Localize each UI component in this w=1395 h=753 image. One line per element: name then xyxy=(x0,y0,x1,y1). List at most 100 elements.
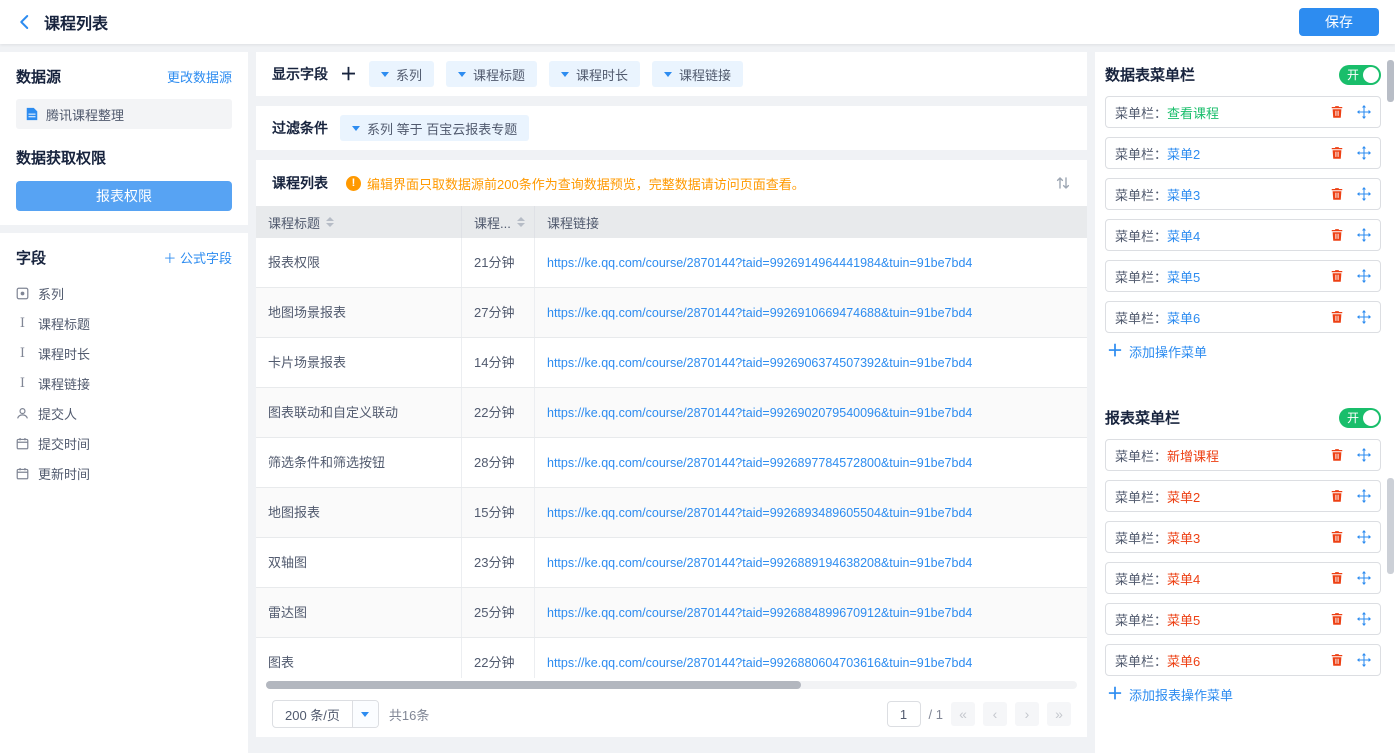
save-button[interactable]: 保存 xyxy=(1299,8,1379,36)
add-formula-field-link[interactable]: ＋ 公式字段 xyxy=(163,248,232,267)
delete-icon[interactable] xyxy=(1330,187,1344,201)
sort-order-icon[interactable] xyxy=(1055,175,1071,191)
permission-heading: 数据获取权限 xyxy=(16,147,232,168)
table-footer: 200 条/页 共16条 / 1 « ‹ › » xyxy=(256,691,1087,737)
course-link[interactable]: https://ke.qq.com/course/2870144?taid=99… xyxy=(547,356,972,370)
calendar-icon xyxy=(16,437,29,450)
delete-icon[interactable] xyxy=(1330,571,1344,585)
delete-icon[interactable] xyxy=(1330,269,1344,283)
delete-icon[interactable] xyxy=(1330,448,1344,462)
move-icon[interactable] xyxy=(1357,310,1371,324)
course-link[interactable]: https://ke.qq.com/course/2870144?taid=99… xyxy=(547,306,972,320)
add-display-field-icon[interactable]: ＋ xyxy=(340,66,357,83)
menu-item[interactable]: 菜单栏：菜单2 xyxy=(1105,480,1381,512)
back-button[interactable] xyxy=(16,13,34,31)
course-table: 课程标题 课程... 课程链接 报表权限 21分钟 htt xyxy=(256,206,1087,737)
field-item-course-duration[interactable]: I 课程时长 xyxy=(16,338,232,368)
move-icon[interactable] xyxy=(1357,571,1371,585)
menu-item[interactable]: 菜单栏：菜单6 xyxy=(1105,301,1381,333)
filter-condition-chip[interactable]: 系列 等于 百宝云报表专题 xyxy=(340,115,529,141)
menu-item[interactable]: 菜单栏：菜单3 xyxy=(1105,178,1381,210)
calendar-icon xyxy=(16,467,29,480)
horizontal-scrollbar[interactable] xyxy=(266,681,1077,689)
field-item-update-time[interactable]: 更新时间 xyxy=(16,458,232,488)
field-item-course-link[interactable]: I 课程链接 xyxy=(16,368,232,398)
menu-item[interactable]: 菜单栏：菜单4 xyxy=(1105,219,1381,251)
left-sidebar: 数据源 更改数据源 腾讯课程整理 数据获取权限 报表权限 字段 ＋ 公式字段 系… xyxy=(0,52,248,753)
page-total: / 1 xyxy=(929,707,943,722)
report-menu-toggle[interactable]: 开 xyxy=(1339,408,1381,428)
prev-page-button[interactable]: ‹ xyxy=(983,702,1007,726)
display-field-chip-series[interactable]: 系列 xyxy=(369,61,434,87)
cell-course-duration: 22分钟 xyxy=(462,388,535,437)
cell-course-link: https://ke.qq.com/course/2870144?taid=99… xyxy=(535,338,1087,387)
page-number-input[interactable] xyxy=(887,701,921,727)
cell-course-link: https://ke.qq.com/course/2870144?taid=99… xyxy=(535,238,1087,287)
move-icon[interactable] xyxy=(1357,228,1371,242)
move-icon[interactable] xyxy=(1357,448,1371,462)
menu-item[interactable]: 菜单栏：菜单5 xyxy=(1105,260,1381,292)
page-size-select[interactable]: 200 条/页 xyxy=(272,700,379,728)
move-icon[interactable] xyxy=(1357,187,1371,201)
move-icon[interactable] xyxy=(1357,612,1371,626)
delete-icon[interactable] xyxy=(1330,653,1344,667)
last-page-button[interactable]: » xyxy=(1047,702,1071,726)
field-item-series[interactable]: 系列 xyxy=(16,278,232,308)
column-header-course-title[interactable]: 课程标题 xyxy=(256,206,462,238)
course-link[interactable]: https://ke.qq.com/course/2870144?taid=99… xyxy=(547,256,972,270)
display-field-chip-course-link[interactable]: 课程链接 xyxy=(652,61,743,87)
move-icon[interactable] xyxy=(1357,489,1371,503)
move-icon[interactable] xyxy=(1357,653,1371,667)
plus-icon: ＋ xyxy=(1107,344,1123,360)
horizontal-scrollbar-thumb[interactable] xyxy=(266,681,801,689)
menu-item[interactable]: 菜单栏：菜单6 xyxy=(1105,644,1381,676)
course-link[interactable]: https://ke.qq.com/course/2870144?taid=99… xyxy=(547,406,972,420)
course-link[interactable]: https://ke.qq.com/course/2870144?taid=99… xyxy=(547,656,972,670)
table-menu-toggle[interactable]: 开 xyxy=(1339,65,1381,85)
add-table-menu-link[interactable]: ＋ 添加操作菜单 xyxy=(1107,342,1381,361)
move-icon[interactable] xyxy=(1357,269,1371,283)
table-header-row: 课程标题 课程... 课程链接 xyxy=(256,206,1087,238)
delete-icon[interactable] xyxy=(1330,146,1344,160)
display-field-chip-course-duration[interactable]: 课程时长 xyxy=(549,61,640,87)
course-link[interactable]: https://ke.qq.com/course/2870144?taid=99… xyxy=(547,606,972,620)
delete-icon[interactable] xyxy=(1330,530,1344,544)
menu-item[interactable]: 菜单栏：查看课程 xyxy=(1105,96,1381,128)
warning-icon: ! xyxy=(346,176,361,191)
column-header-course-duration[interactable]: 课程... xyxy=(462,206,535,238)
delete-icon[interactable] xyxy=(1330,228,1344,242)
add-report-menu-link[interactable]: ＋ 添加报表操作菜单 xyxy=(1107,685,1381,704)
field-item-submitter[interactable]: 提交人 xyxy=(16,398,232,428)
next-page-button[interactable]: › xyxy=(1015,702,1039,726)
display-field-chip-course-title[interactable]: 课程标题 xyxy=(446,61,537,87)
menu-item[interactable]: 菜单栏：新增课程 xyxy=(1105,439,1381,471)
menu-item[interactable]: 菜单栏：菜单2 xyxy=(1105,137,1381,169)
delete-icon[interactable] xyxy=(1330,105,1344,119)
right-panel-scrollbar-thumb[interactable] xyxy=(1387,60,1394,102)
course-link[interactable]: https://ke.qq.com/course/2870144?taid=99… xyxy=(547,506,972,520)
datasource-item[interactable]: 腾讯课程整理 xyxy=(16,99,232,129)
first-page-button[interactable]: « xyxy=(951,702,975,726)
cell-course-title: 卡片场景报表 xyxy=(256,338,462,387)
move-icon[interactable] xyxy=(1357,530,1371,544)
move-icon[interactable] xyxy=(1357,146,1371,160)
text-icon: I xyxy=(16,377,29,390)
main-layout: 数据源 更改数据源 腾讯课程整理 数据获取权限 报表权限 字段 ＋ 公式字段 系… xyxy=(0,44,1395,753)
delete-icon[interactable] xyxy=(1330,612,1344,626)
delete-icon[interactable] xyxy=(1330,310,1344,324)
datasource-panel-head: 数据源 更改数据源 xyxy=(16,66,232,87)
cell-course-duration: 15分钟 xyxy=(462,488,535,537)
report-permission-button[interactable]: 报表权限 xyxy=(16,181,232,211)
course-link[interactable]: https://ke.qq.com/course/2870144?taid=99… xyxy=(547,556,972,570)
delete-icon[interactable] xyxy=(1330,489,1344,503)
menu-item[interactable]: 菜单栏：菜单5 xyxy=(1105,603,1381,635)
menu-item[interactable]: 菜单栏：菜单3 xyxy=(1105,521,1381,553)
field-item-course-title[interactable]: I 课程标题 xyxy=(16,308,232,338)
change-datasource-link[interactable]: 更改数据源 xyxy=(167,67,232,86)
course-link[interactable]: https://ke.qq.com/course/2870144?taid=99… xyxy=(547,456,972,470)
field-item-submit-time[interactable]: 提交时间 xyxy=(16,428,232,458)
menu-item[interactable]: 菜单栏：菜单4 xyxy=(1105,562,1381,594)
datasource-heading: 数据源 xyxy=(16,66,61,87)
page-scrollbar-thumb[interactable] xyxy=(1387,478,1394,574)
move-icon[interactable] xyxy=(1357,105,1371,119)
